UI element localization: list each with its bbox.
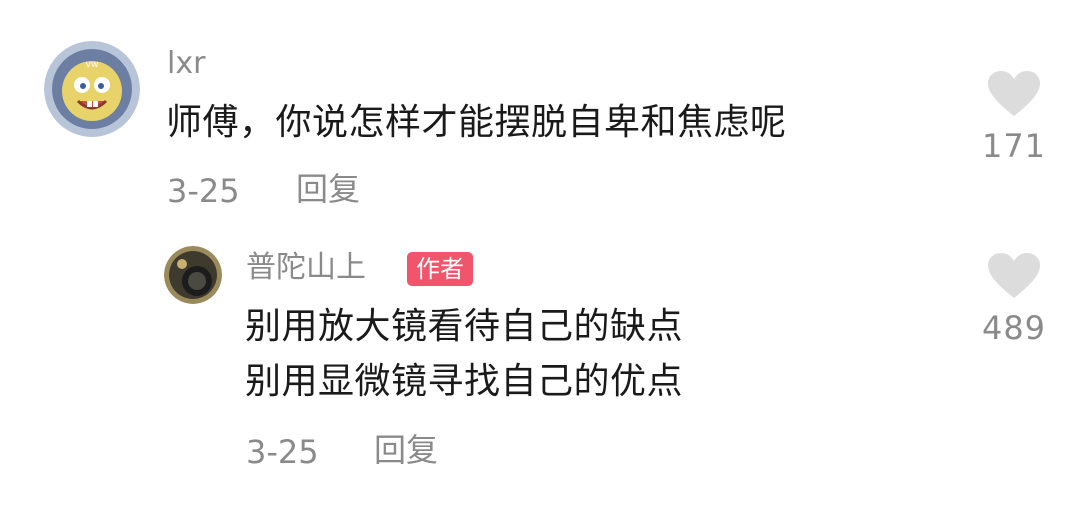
reply-text-line-2: 别用显微镜寻找自己的优点 (245, 361, 684, 402)
svg-text:vw: vw (86, 60, 99, 70)
comment-reply-button[interactable]: 回复 (296, 173, 360, 205)
reply-reply-button[interactable]: 回复 (374, 434, 438, 466)
avatar-image: vw (44, 41, 140, 137)
heart-icon (988, 253, 1040, 298)
comment-like-button[interactable]: 171 (969, 70, 1059, 162)
heart-icon (988, 71, 1040, 116)
comment-date: 3-25 (167, 172, 240, 210)
reply-avatar[interactable] (164, 246, 222, 304)
reply-like-count: 489 (981, 309, 1047, 347)
comment-username[interactable]: lxr (167, 49, 205, 79)
author-badge: 作者 (407, 252, 473, 286)
reply-date: 3-25 (246, 433, 319, 471)
reply-text-line-1: 别用放大镜看待自己的缺点 (245, 306, 684, 347)
reply-username[interactable]: 普陀山上 (246, 253, 366, 283)
comment-thread: vw lxr 师傅，你说怎样才能摆脱自卑和焦虑呢 3-25 回复 171 普陀山… (0, 0, 1080, 522)
avatar-image (164, 246, 222, 304)
user-avatar[interactable]: vw (44, 41, 140, 137)
reply-like-button[interactable]: 489 (969, 252, 1059, 344)
comment-text: 师傅，你说怎样才能摆脱自卑和焦虑呢 (166, 102, 787, 143)
comment-like-count: 171 (981, 127, 1047, 165)
